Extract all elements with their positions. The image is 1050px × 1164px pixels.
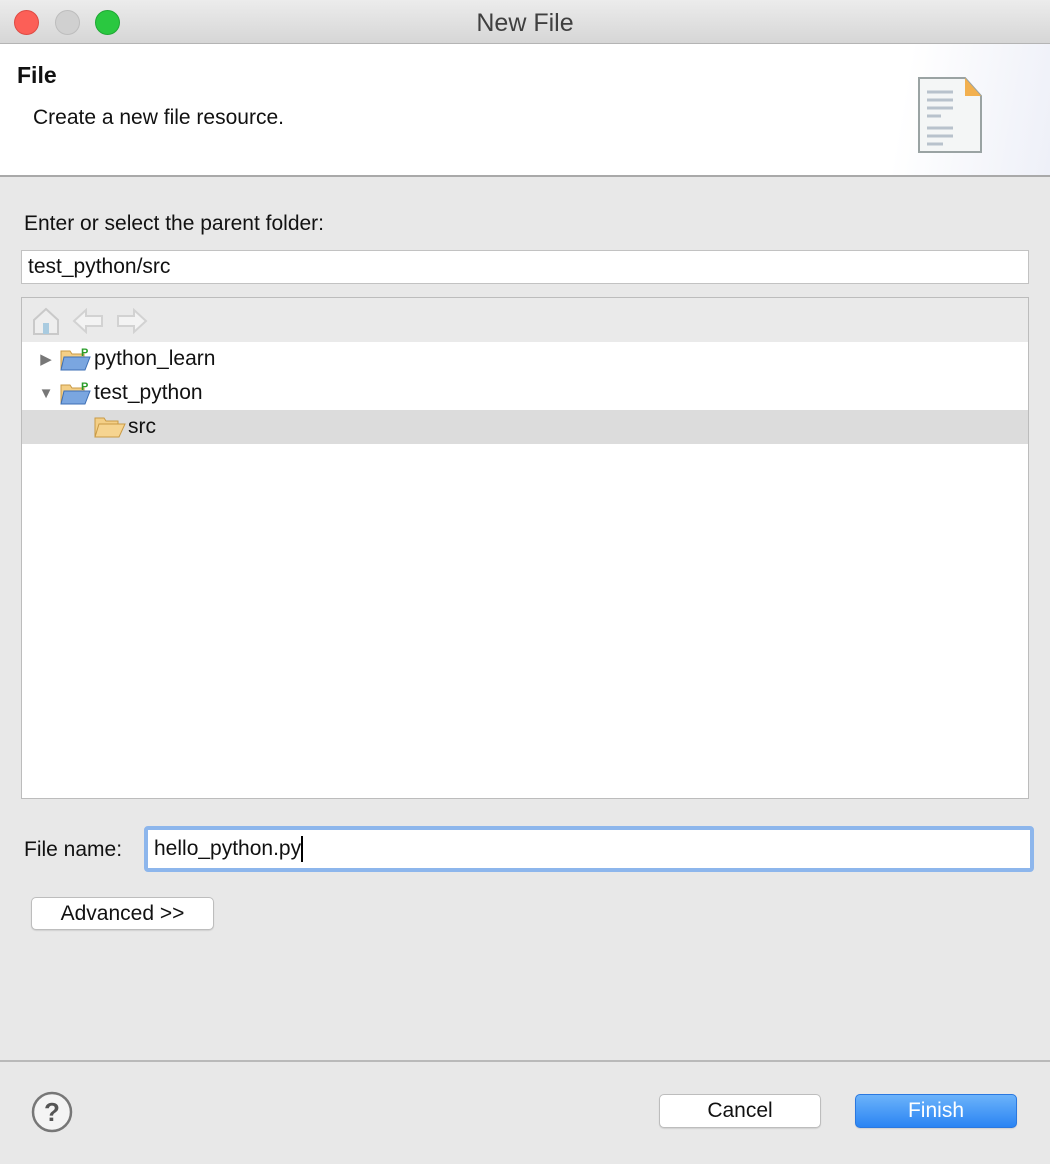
source-folder-icon bbox=[94, 417, 126, 438]
python-project-folder-icon: P bbox=[60, 347, 91, 371]
tree-toolbar bbox=[22, 298, 1028, 342]
tree-item-test-python[interactable]: ▼ P test_python bbox=[22, 376, 1028, 410]
tree-item-label: src bbox=[128, 415, 156, 438]
back-icon[interactable] bbox=[72, 308, 104, 334]
file-name-value: hello_python.py bbox=[154, 837, 302, 860]
divider bbox=[0, 1060, 1050, 1062]
file-name-input[interactable]: hello_python.py bbox=[144, 826, 1034, 872]
window-title: New File bbox=[476, 9, 574, 37]
file-name-label: File name: bbox=[24, 838, 123, 861]
tree-item-label: python_learn bbox=[94, 347, 216, 370]
page-description: Create a new file resource. bbox=[33, 106, 284, 129]
parent-folder-input[interactable]: test_python/src bbox=[21, 250, 1029, 284]
tree-item-label: test_python bbox=[94, 381, 203, 404]
svg-text:?: ? bbox=[44, 1097, 60, 1127]
title-bar: New File bbox=[0, 0, 1050, 44]
wizard-header: File Create a new file resource. bbox=[0, 44, 1050, 177]
svg-text:P: P bbox=[81, 381, 88, 393]
text-cursor bbox=[301, 836, 304, 862]
help-icon[interactable]: ? bbox=[31, 1091, 73, 1133]
page-title: File bbox=[17, 62, 57, 88]
forward-icon[interactable] bbox=[116, 308, 148, 334]
parent-folder-label: Enter or select the parent folder: bbox=[24, 212, 324, 235]
advanced-button[interactable]: Advanced >> bbox=[31, 897, 214, 930]
cancel-button[interactable]: Cancel bbox=[659, 1094, 821, 1128]
tree-item-src[interactable]: src bbox=[22, 410, 1028, 444]
new-file-icon bbox=[918, 77, 982, 153]
python-project-folder-icon: P bbox=[60, 381, 91, 405]
expand-arrow-icon[interactable]: ▶ bbox=[38, 350, 54, 368]
collapse-arrow-icon[interactable]: ▼ bbox=[38, 385, 54, 402]
svg-text:P: P bbox=[81, 347, 88, 359]
home-icon[interactable] bbox=[32, 306, 60, 336]
folder-tree[interactable]: ▶ P python_learn ▼ P test_python src bbox=[21, 297, 1029, 799]
finish-button[interactable]: Finish bbox=[855, 1094, 1017, 1128]
tree-item-python-learn[interactable]: ▶ P python_learn bbox=[22, 342, 1028, 376]
